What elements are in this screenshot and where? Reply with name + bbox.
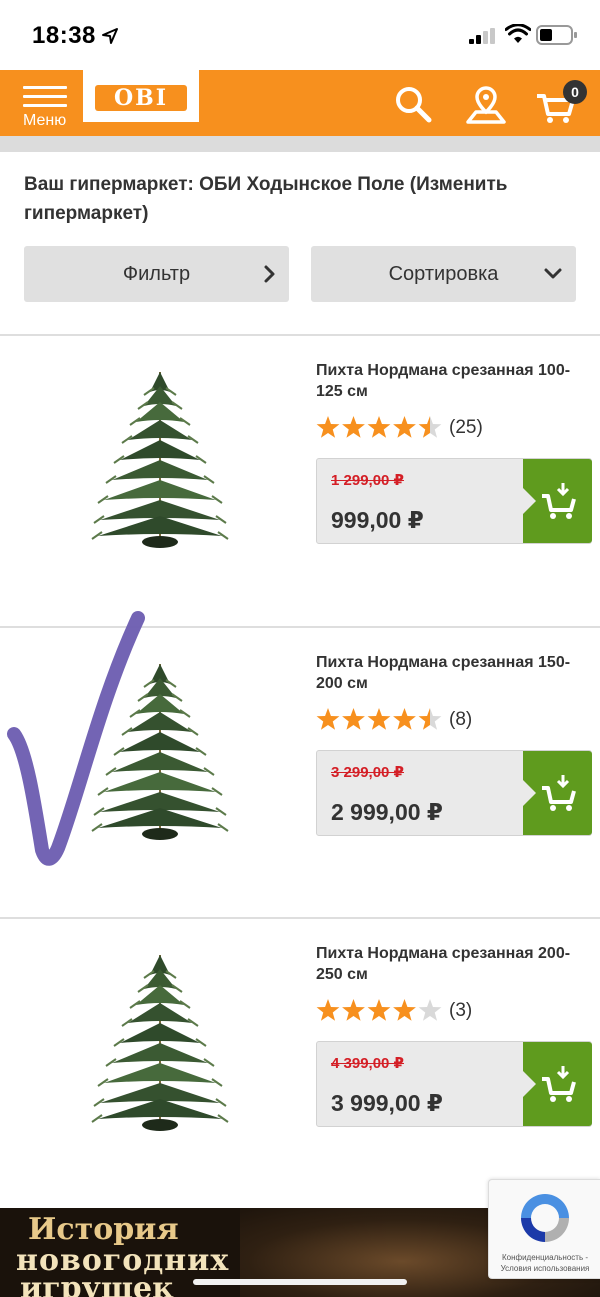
recaptcha-icon (521, 1194, 569, 1242)
rating-stars (316, 708, 442, 730)
add-to-cart-icon (542, 775, 576, 811)
banner-title-line3: игрушек (20, 1271, 174, 1297)
search-icon[interactable] (392, 84, 436, 124)
tree-branch (120, 1023, 200, 1043)
recaptcha-text[interactable]: Конфиденциальность - Условия использован… (491, 1252, 599, 1274)
cart-button-notch (522, 779, 536, 807)
chevron-down-icon (544, 268, 562, 279)
star-icon (316, 999, 340, 1021)
star-icon (342, 416, 365, 438)
chevron-right-icon (264, 265, 275, 283)
checkmark-annotation (7, 611, 145, 866)
product-name[interactable]: Пихта Нордмана срезанная 150-200 см (316, 652, 586, 694)
signal-icon (469, 28, 495, 44)
price-box: 1 299,00 ₽ 999,00 ₽ (316, 458, 592, 544)
product-card[interactable]: Пихта Нордмана срезанная 100-125 см (25)… (0, 336, 600, 626)
rating-stars (316, 999, 442, 1021)
tree-stand (142, 1119, 178, 1131)
star-icon (316, 416, 340, 438)
status-bar: 18:38 (0, 0, 600, 70)
home-indicator (193, 1279, 407, 1285)
banner-title-line1: История (28, 1212, 179, 1247)
cart-button-notch (522, 1070, 536, 1098)
map-pin-icon[interactable] (464, 84, 508, 124)
hamburger-icon-bar (23, 104, 67, 107)
site-header: Меню OBI 0 (0, 70, 600, 136)
sort-label: Сортировка (388, 263, 499, 285)
review-count[interactable]: (3) (449, 999, 472, 1023)
add-to-cart-icon (542, 483, 576, 519)
old-price: 1 299,00 ₽ (331, 472, 404, 489)
current-price: 2 999,00 ₽ (331, 799, 443, 825)
menu-label: Меню (23, 112, 67, 129)
star-icon (418, 708, 442, 730)
wifi-icon (505, 24, 531, 43)
price-box: 4 399,00 ₽ 3 999,00 ₽ (316, 1041, 592, 1127)
tree-stand (142, 536, 178, 548)
review-count[interactable]: (8) (449, 708, 472, 732)
old-price: 3 299,00 ₽ (331, 764, 404, 781)
add-to-cart-button[interactable] (522, 751, 592, 835)
star-icon (418, 999, 442, 1021)
fir-tree-image[interactable] (90, 366, 230, 556)
location-arrow-icon (102, 28, 118, 44)
add-to-cart-button[interactable] (522, 1042, 592, 1126)
star-icon (367, 708, 391, 730)
product-name[interactable]: Пихта Нордмана срезанная 200-250 см (316, 943, 586, 985)
tree-branch (120, 440, 200, 460)
cart-count-badge: 0 (563, 80, 587, 104)
old-price: 4 399,00 ₽ (331, 1055, 404, 1072)
price-box: 3 299,00 ₽ 2 999,00 ₽ (316, 750, 592, 836)
star-icon (418, 416, 442, 438)
tree-branch (128, 1003, 192, 1023)
fir-tree-image[interactable] (90, 949, 230, 1139)
add-to-cart-button[interactable] (522, 459, 592, 543)
hamburger-icon-bar (23, 95, 67, 98)
cart-button-notch (522, 487, 536, 515)
add-to-cart-icon (542, 1066, 576, 1102)
star-icon (393, 416, 416, 438)
product-card[interactable]: Пихта Нордмана срезанная 200-250 см (3) … (0, 919, 600, 1209)
star-icon (367, 999, 391, 1021)
battery-icon (536, 25, 577, 45)
current-price: 999,00 ₽ (331, 507, 424, 533)
sort-button[interactable]: Сортировка (311, 246, 576, 302)
logo-text: OBI (113, 85, 169, 111)
star-icon (393, 708, 416, 730)
recaptcha-badge[interactable]: Конфиденциальность - Условия использован… (488, 1179, 600, 1279)
logo-badge: OBI (95, 85, 187, 111)
tree-branch (104, 1063, 216, 1083)
filter-label: Фильтр (122, 263, 191, 285)
hamburger-icon (23, 86, 67, 89)
star-icon (393, 999, 416, 1021)
star-icon (367, 416, 391, 438)
current-price: 3 999,00 ₽ (331, 1090, 443, 1116)
star-icon (316, 708, 340, 730)
filter-button[interactable]: Фильтр (24, 246, 289, 302)
tree-branch (112, 460, 208, 480)
store-selector-text[interactable]: Ваш гипермаркет: ОБИ Ходынское Поле (Изм… (24, 170, 584, 228)
star-icon (342, 708, 365, 730)
tree-branch (112, 1043, 208, 1063)
rating-stars (316, 416, 442, 438)
product-name[interactable]: Пихта Нордмана срезанная 100-125 см (316, 360, 586, 402)
menu-button[interactable]: Меню (20, 82, 72, 132)
tree-branch (128, 420, 192, 440)
obi-logo[interactable]: OBI (83, 70, 199, 122)
star-icon (342, 999, 365, 1021)
tree-branch (104, 480, 216, 500)
header-divider (0, 136, 600, 152)
review-count[interactable]: (25) (449, 416, 483, 440)
status-time: 18:38 (32, 22, 96, 49)
